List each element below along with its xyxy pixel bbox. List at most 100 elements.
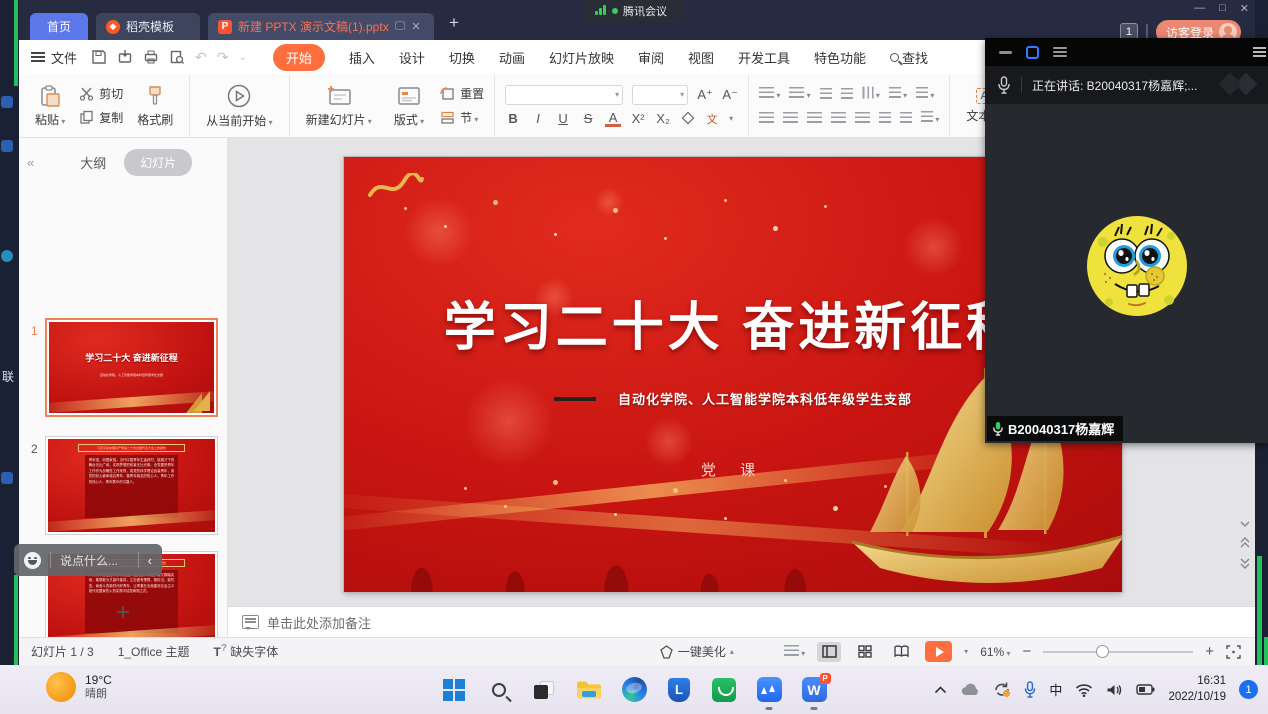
normal-view-button[interactable] (817, 642, 841, 662)
meeting-menu-icon[interactable] (1253, 44, 1266, 60)
app-store-button[interactable] (711, 677, 737, 703)
clock-widget[interactable]: 16:31 2022/10/19 (1168, 674, 1226, 705)
close-button[interactable]: ✕ (1240, 2, 1249, 15)
battery-icon[interactable] (1136, 684, 1155, 695)
pin-to-desktop-icon[interactable]: 🖵 (395, 20, 406, 33)
tab-slides[interactable]: 幻灯片 (124, 149, 192, 176)
reset-button[interactable]: 重置 (440, 85, 484, 102)
pinyin-guide-button[interactable]: 文 (704, 111, 720, 127)
font-name-combobox[interactable]: ▾ (505, 85, 623, 105)
font-color-button[interactable]: A (605, 111, 621, 127)
underline-button[interactable]: U (555, 111, 571, 126)
desktop-icon[interactable] (1, 140, 13, 152)
menu-insert[interactable]: 插入 (349, 48, 375, 67)
customize-toolbar-caret-icon[interactable]: ⌄ (238, 52, 246, 63)
export-icon[interactable] (117, 49, 133, 65)
tab-home[interactable]: 首页 (30, 13, 88, 40)
start-button[interactable] (441, 677, 467, 703)
search-button[interactable] (486, 677, 512, 703)
zoom-slider-knob[interactable] (1096, 645, 1109, 658)
notes-toggle-button[interactable]: ▾ (784, 645, 805, 659)
paragraph-up-button[interactable] (879, 112, 891, 123)
reading-view-button[interactable] (889, 642, 913, 662)
play-from-current-button[interactable]: 从当前开始 ▾ (200, 83, 278, 129)
new-tab-button[interactable]: + (449, 13, 459, 33)
previous-slide-icon[interactable] (1239, 536, 1251, 549)
wifi-icon[interactable] (1075, 683, 1093, 697)
volume-icon[interactable] (1106, 683, 1123, 697)
bold-button[interactable]: B (505, 111, 521, 126)
section-button[interactable]: 节 ▾ (440, 109, 484, 126)
save-icon[interactable] (91, 49, 107, 65)
menu-view[interactable]: 视图 (688, 48, 714, 67)
add-slide-button[interactable]: + (19, 599, 227, 627)
print-icon[interactable] (143, 49, 159, 65)
italic-button[interactable]: I (530, 111, 546, 126)
fit-slide-button[interactable] (1226, 645, 1241, 659)
tray-expand-icon[interactable] (934, 686, 947, 694)
edge-browser-button[interactable] (621, 677, 647, 703)
redo-icon[interactable]: ↷ (217, 49, 229, 66)
collapse-chat-icon[interactable]: ‹ (148, 553, 152, 568)
notes-bar[interactable]: 单击此处添加备注 (228, 606, 1255, 637)
cut-button[interactable]: 剪切 (79, 85, 123, 102)
task-view-button[interactable] (531, 677, 557, 703)
notification-badge[interactable]: 1 (1239, 680, 1258, 699)
wps-office-app-button[interactable]: WP (801, 677, 827, 703)
slide-thumbnail-1[interactable]: 学习二十大 奋进新征程 自动化学院、人工智能学院本科低年级学生支部 (45, 318, 218, 417)
meeting-minimize-icon[interactable] (999, 51, 1012, 54)
slide-thumbnail-2[interactable]: 习近平在中国共产党第二十次全国代表大会上的报告 青年强，则国家强。当代中国青年生… (45, 436, 218, 535)
meeting-video-area[interactable]: B20040317杨嘉辉 (985, 104, 1268, 443)
layout-button[interactable]: 版式 ▾ (388, 84, 430, 128)
new-slide-button[interactable]: 新建幻灯片 ▾ (300, 84, 378, 128)
menu-home[interactable]: 开始 (273, 44, 325, 71)
sync-icon[interactable] (993, 681, 1011, 698)
tab-outline[interactable]: 大纲 (80, 153, 106, 172)
file-explorer-button[interactable] (576, 677, 602, 703)
zoom-out-button[interactable]: − (1022, 643, 1031, 660)
tray-microphone-icon[interactable] (1024, 681, 1036, 698)
desktop-icon[interactable] (1, 250, 13, 262)
maximize-button[interactable]: □ (1219, 2, 1226, 15)
menu-transitions[interactable]: 切换 (449, 48, 475, 67)
pc-manager-button[interactable]: L (666, 677, 692, 703)
numbered-list-button[interactable]: ▾ (789, 85, 810, 103)
bullet-list-button[interactable]: ▾ (759, 85, 780, 103)
meeting-chat-quick-bar[interactable]: 说点什么... ‹ (14, 544, 162, 576)
chat-input-placeholder[interactable]: 说点什么... (60, 552, 129, 569)
close-tab-icon[interactable]: ✕ (411, 20, 420, 33)
format-painter-button[interactable]: 格式刷 (131, 84, 179, 128)
next-slide-icon[interactable] (1239, 557, 1251, 570)
distribute-button[interactable] (855, 112, 870, 123)
grow-font-button[interactable]: A⁺ (697, 87, 713, 103)
font-size-combobox[interactable]: ▾ (632, 85, 688, 105)
zoom-in-button[interactable]: + (1205, 643, 1214, 660)
slideshow-play-button[interactable] (925, 641, 952, 662)
line-spacing-button[interactable]: ▾ (916, 85, 934, 103)
print-preview-icon[interactable] (169, 49, 185, 65)
tab-docer-templates[interactable]: ◆ 稻壳模板 (96, 13, 200, 40)
minimize-button[interactable]: — (1194, 2, 1205, 15)
decrease-indent-button[interactable] (820, 88, 832, 99)
menu-design[interactable]: 设计 (399, 48, 425, 67)
menu-special-features[interactable]: 特色功能 (814, 48, 866, 67)
copy-button[interactable]: 复制 (79, 109, 123, 126)
missing-font-warning[interactable]: T? 缺失字体 (214, 643, 279, 660)
collapse-panel-button[interactable]: « (27, 155, 32, 170)
subscript-button[interactable]: X₂ (655, 111, 671, 126)
menu-devtools[interactable]: 开发工具 (738, 48, 790, 67)
shrink-font-button[interactable]: A⁻ (722, 87, 738, 103)
paste-button[interactable]: 粘贴 ▾ (29, 84, 71, 128)
tab-document[interactable]: P 新建 PPTX 演示文稿(1).pptx 🖵 ✕ (208, 13, 434, 40)
file-menu[interactable]: 文件 (31, 48, 77, 67)
zoom-level[interactable]: 61% ▾ (980, 645, 1010, 659)
paragraph-down-button[interactable] (900, 112, 912, 123)
beautify-button[interactable]: 一键美化▴ (659, 643, 734, 660)
undo-icon[interactable]: ↶ (195, 49, 207, 66)
menu-review[interactable]: 审阅 (638, 48, 664, 67)
align-center-button[interactable] (783, 112, 798, 123)
menu-slideshow[interactable]: 幻灯片放映 (549, 48, 614, 67)
ime-indicator[interactable]: 中 (1049, 680, 1062, 699)
emoji-icon[interactable] (24, 552, 41, 569)
desktop-icon[interactable] (1, 472, 13, 484)
